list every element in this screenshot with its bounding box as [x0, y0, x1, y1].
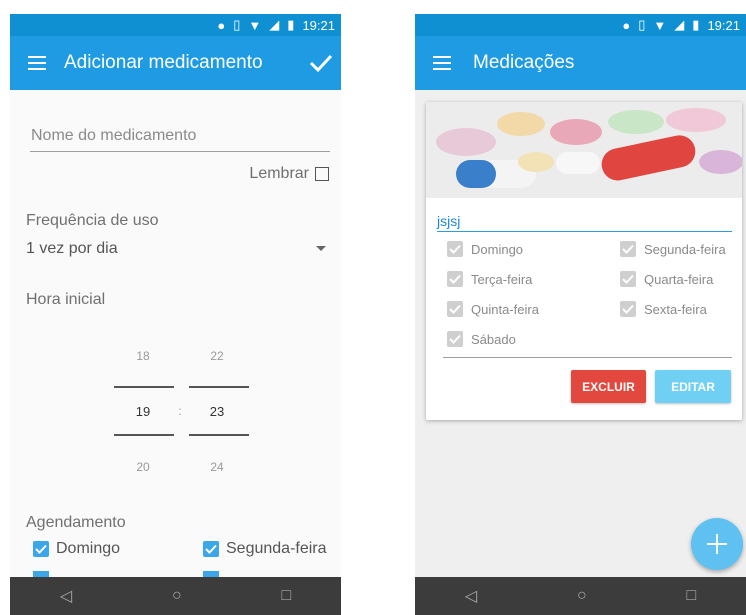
remember-checkbox[interactable]: Lembrar [249, 165, 329, 183]
wifi-icon: ▼ [248, 17, 262, 33]
status-bar: ● ▯ ▼ ◢ ▮ 19:21 [10, 14, 341, 36]
add-medication-button[interactable] [691, 518, 743, 570]
hour-prev: 18 [136, 349, 150, 363]
checkbox-checked-icon [620, 241, 636, 257]
checkbox-checked-icon [620, 301, 636, 317]
home-nav-icon[interactable]: ○ [172, 587, 182, 605]
medication-name: jsjsj [437, 213, 461, 229]
checkbox-checked-icon [620, 271, 636, 287]
remember-label: Lembrar [249, 165, 309, 182]
menu-button[interactable] [415, 36, 469, 90]
day-label: Sábado [471, 331, 516, 347]
pills-image [426, 102, 742, 198]
delete-button[interactable]: EXCLUIR [571, 370, 646, 403]
hamburger-icon [433, 56, 451, 70]
minute-selected[interactable]: 23 [197, 404, 237, 419]
save-button[interactable] [301, 36, 341, 90]
time-separator: : [178, 404, 182, 418]
battery-icon: ▮ [692, 17, 700, 32]
battery-icon: ▮ [287, 17, 295, 32]
day-label: Domingo [471, 241, 524, 257]
status-time: 19:21 [707, 17, 740, 33]
day-label: Quarta-feira [644, 271, 714, 287]
name-field-underline [30, 151, 330, 152]
minute-line-top [189, 386, 249, 388]
back-nav-icon[interactable]: ◁ [60, 586, 72, 606]
day-label: Domingo [56, 540, 121, 557]
hamburger-icon [28, 56, 46, 70]
frequency-value: 1 vez por dia [26, 240, 118, 257]
vibrate-icon: ▯ [638, 17, 646, 32]
remember-check-box [315, 167, 329, 181]
day-friday: Sexta-feira [620, 301, 707, 317]
nav-bar: ◁ ○ □ [10, 577, 341, 615]
dropdown-arrow-icon [316, 246, 326, 251]
checkbox-checked-icon [33, 541, 49, 557]
schedule-label: Agendamento [26, 514, 126, 531]
medications-screen: ● ▯ ▼ ◢ ▮ 19:21 Medicações jsjsj Domingo… [415, 14, 746, 615]
day-sunday: Domingo [447, 241, 523, 257]
start-time-label: Hora inicial [26, 291, 106, 308]
minute-prev: 22 [210, 349, 224, 363]
hour-line-bottom [114, 434, 174, 436]
recents-nav-icon[interactable]: □ [686, 587, 696, 605]
checkbox-checked-icon [447, 271, 463, 287]
day-thursday: Quinta-feira [447, 301, 539, 317]
day-label: Segunda-feira [226, 540, 327, 557]
location-icon: ● [622, 17, 631, 33]
wifi-icon: ▼ [653, 17, 667, 33]
app-bar: Medicações [415, 36, 746, 90]
location-icon: ● [217, 17, 226, 33]
day-label: Sexta-feira [644, 301, 707, 317]
day-label: Terça-feira [471, 271, 533, 287]
page-title: Medicações [473, 52, 575, 73]
frequency-select[interactable]: 1 vez por dia [26, 240, 326, 262]
name-underline [437, 231, 732, 232]
edit-button[interactable]: EDITAR [655, 370, 731, 403]
plus-icon [707, 534, 727, 554]
app-bar: Adicionar medicamento [10, 36, 341, 90]
day-label: Quinta-feira [471, 301, 539, 317]
day-tuesday: Terça-feira [447, 271, 532, 287]
checkbox-checked-icon [203, 541, 219, 557]
minute-next: 24 [210, 460, 224, 474]
status-time: 19:21 [302, 17, 335, 33]
home-nav-icon[interactable]: ○ [577, 587, 587, 605]
vibrate-icon: ▯ [233, 17, 241, 32]
minute-line-bottom [189, 434, 249, 436]
check-icon [309, 54, 333, 73]
page-title: Adicionar medicamento [64, 52, 263, 73]
frequency-label: Frequência de uso [26, 212, 159, 229]
hour-line-top [114, 386, 174, 388]
day-monday: Segunda-feira [620, 241, 726, 257]
day-wednesday: Quarta-feira [620, 271, 713, 287]
nav-bar: ◁ ○ □ [415, 577, 746, 615]
day-label: Segunda-feira [644, 241, 726, 257]
hour-selected[interactable]: 19 [123, 404, 163, 419]
signal-icon: ◢ [674, 17, 685, 32]
medication-card: jsjsj Domingo Segunda-feira Terça-feira … [426, 102, 742, 420]
checkbox-checked-icon [447, 331, 463, 347]
hour-next: 20 [136, 460, 150, 474]
signal-icon: ◢ [269, 17, 280, 32]
medication-name-input[interactable]: Nome do medicamento [31, 127, 196, 145]
day-checkbox-sunday[interactable]: Domingo [33, 540, 120, 558]
add-medication-screen: ● ▯ ▼ ◢ ▮ 19:21 Adicionar medicamento No… [10, 14, 341, 615]
status-bar: ● ▯ ▼ ◢ ▮ 19:21 [415, 14, 746, 36]
time-picker[interactable]: 18 22 19 : 23 20 24 [10, 334, 341, 474]
checkbox-checked-icon [447, 301, 463, 317]
back-nav-icon[interactable]: ◁ [465, 586, 477, 606]
days-divider [443, 357, 732, 358]
menu-button[interactable] [10, 36, 64, 90]
recents-nav-icon[interactable]: □ [281, 587, 291, 605]
checkbox-checked-icon [447, 241, 463, 257]
day-checkbox-monday[interactable]: Segunda-feira [203, 540, 327, 558]
day-saturday: Sábado [447, 331, 516, 347]
